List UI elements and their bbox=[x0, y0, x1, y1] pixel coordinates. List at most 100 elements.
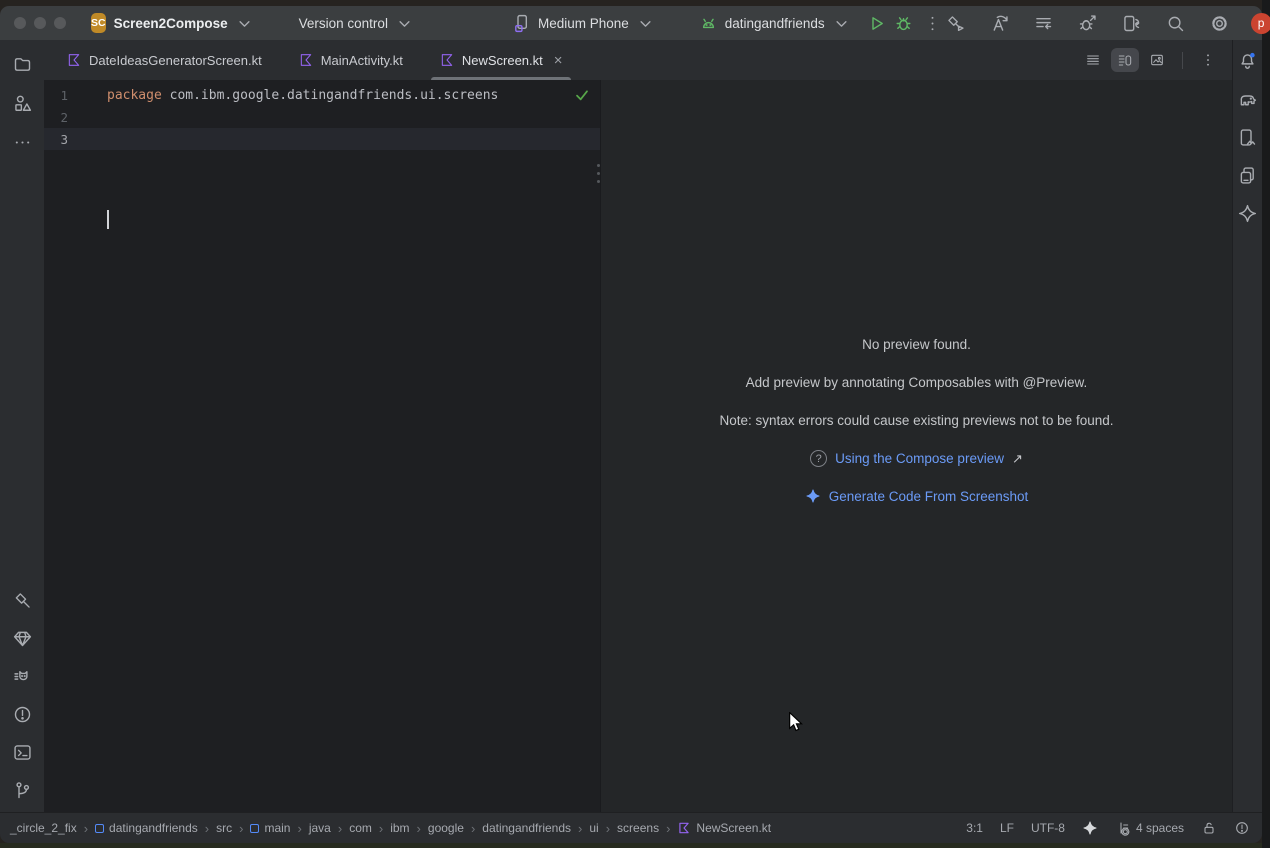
device-selector[interactable]: Medium Phone bbox=[511, 13, 656, 34]
breadcrumb-separator: › bbox=[379, 821, 383, 836]
power-save-status-button[interactable] bbox=[1234, 820, 1250, 836]
indent-widget[interactable]: 4 spaces bbox=[1115, 820, 1184, 836]
tab-dateideasgeneratorscreen[interactable]: DateIdeasGeneratorScreen.kt bbox=[52, 40, 276, 80]
module-icon bbox=[250, 824, 259, 833]
breadcrumb-item[interactable]: src bbox=[216, 821, 232, 835]
readonly-lock-button[interactable] bbox=[1201, 820, 1217, 836]
running-devices-button[interactable] bbox=[1235, 124, 1261, 150]
breadcrumb-item[interactable]: java bbox=[309, 821, 331, 835]
breadcrumb-item[interactable]: ibm bbox=[390, 821, 409, 835]
mouse-cursor bbox=[788, 712, 803, 733]
cat-icon bbox=[12, 666, 33, 687]
gradle-tool-button[interactable] bbox=[1235, 86, 1261, 112]
zoom-window-button[interactable] bbox=[54, 17, 66, 29]
more-actions-button[interactable] bbox=[922, 10, 943, 36]
attach-debugger-button[interactable] bbox=[1075, 10, 1101, 36]
run-play-icon bbox=[866, 13, 887, 34]
minimize-window-button[interactable] bbox=[34, 17, 46, 29]
run-configuration-selector[interactable]: datingandfriends bbox=[698, 13, 852, 34]
breadcrumb-separator: › bbox=[297, 821, 301, 836]
project-tool-button[interactable] bbox=[7, 49, 37, 79]
compose-preview-docs-link[interactable]: Using the Compose preview bbox=[835, 451, 1004, 466]
breadcrumb-item[interactable]: screens bbox=[617, 821, 659, 835]
sync-translate-button[interactable] bbox=[987, 10, 1013, 36]
todo-list-button[interactable] bbox=[1031, 10, 1057, 36]
letter-a-refresh-icon bbox=[989, 13, 1010, 34]
gemini-tool-button[interactable] bbox=[1235, 200, 1261, 226]
view-mode-split-button[interactable] bbox=[1111, 48, 1139, 72]
terminal-tool-button[interactable] bbox=[7, 737, 37, 767]
breadcrumb-item[interactable]: datingandfriends bbox=[95, 821, 198, 835]
code-line-2[interactable]: 2 bbox=[44, 106, 600, 128]
breadcrumb-item[interactable]: google bbox=[428, 821, 464, 835]
close-window-button[interactable] bbox=[14, 17, 26, 29]
debug-button[interactable] bbox=[893, 10, 914, 36]
tab-newscreen[interactable]: NewScreen.kt × bbox=[425, 40, 577, 80]
version-control-tool-button[interactable] bbox=[7, 775, 37, 805]
project-menu[interactable]: Screen2Compose bbox=[114, 13, 255, 34]
indent-gear-icon bbox=[1115, 820, 1131, 836]
search-everywhere-button[interactable] bbox=[1163, 10, 1189, 36]
breadcrumb-item[interactable]: com bbox=[349, 821, 372, 835]
lines-arrow-icon bbox=[1033, 13, 1054, 34]
more-tool-windows-button[interactable] bbox=[7, 127, 37, 157]
breadcrumb-item[interactable]: datingandfriends bbox=[482, 821, 571, 835]
device-manager-button[interactable] bbox=[1235, 162, 1261, 188]
gemini-sparkle-icon bbox=[1237, 203, 1258, 224]
shapes-icon bbox=[12, 93, 33, 114]
app-quality-insights-tool-button[interactable] bbox=[7, 623, 37, 653]
inspections-widget[interactable] bbox=[574, 87, 590, 103]
close-tab-button[interactable]: × bbox=[554, 53, 563, 68]
kotlin-file-icon bbox=[677, 821, 691, 835]
avatar[interactable]: p bbox=[1251, 13, 1270, 34]
view-mode-code-button[interactable] bbox=[1079, 48, 1107, 72]
alert-circle-icon bbox=[12, 704, 33, 725]
android-icon bbox=[698, 13, 719, 34]
breadcrumb-separator: › bbox=[471, 821, 475, 836]
terminal-icon bbox=[12, 742, 33, 763]
code-line-3[interactable]: 3 bbox=[44, 128, 600, 150]
run-button[interactable] bbox=[866, 10, 887, 36]
settings-button[interactable] bbox=[1207, 10, 1233, 36]
build-tool-button[interactable] bbox=[7, 585, 37, 615]
code-view-icon bbox=[1085, 52, 1101, 68]
device-streaming-button[interactable] bbox=[1119, 10, 1145, 36]
breadcrumb-separator: › bbox=[417, 821, 421, 836]
build-button[interactable] bbox=[943, 10, 969, 36]
line-number: 3 bbox=[44, 132, 68, 147]
notifications-button[interactable] bbox=[1235, 48, 1261, 74]
editor-more-options-button[interactable] bbox=[1194, 48, 1222, 72]
line-separator-widget[interactable]: LF bbox=[1000, 821, 1014, 835]
chevron-down-icon bbox=[831, 13, 852, 34]
unlocked-padlock-icon bbox=[1201, 820, 1217, 836]
breadcrumb-item-file[interactable]: NewScreen.kt bbox=[677, 821, 771, 835]
gear-icon bbox=[1209, 13, 1230, 34]
breadcrumb-item[interactable]: _circle_2_fix bbox=[10, 821, 77, 835]
code-line-1[interactable]: 1 package com.ibm.google.datingandfriend… bbox=[44, 84, 600, 106]
tab-label: DateIdeasGeneratorScreen.kt bbox=[89, 53, 262, 68]
gemini-sparkle-icon bbox=[1082, 820, 1098, 836]
code-editor[interactable]: 1 package com.ibm.google.datingandfriend… bbox=[44, 80, 600, 812]
resource-manager-tool-button[interactable] bbox=[7, 88, 37, 118]
logcat-tool-button[interactable] bbox=[7, 661, 37, 691]
version-control-menu[interactable]: Version control bbox=[299, 13, 415, 34]
breadcrumb-separator: › bbox=[205, 821, 209, 836]
left-tool-stripe bbox=[0, 40, 44, 812]
generate-code-from-screenshot-link[interactable]: Generate Code From Screenshot bbox=[829, 489, 1029, 504]
breadcrumb-item[interactable]: ui bbox=[589, 821, 598, 835]
caret-position-widget[interactable]: 3:1 bbox=[966, 821, 983, 835]
line-number: 1 bbox=[44, 88, 68, 103]
breadcrumb-item[interactable]: main bbox=[250, 821, 290, 835]
encoding-widget[interactable]: UTF-8 bbox=[1031, 821, 1065, 835]
kotlin-file-icon bbox=[298, 52, 314, 68]
hammer-icon bbox=[12, 590, 33, 611]
view-mode-design-button[interactable] bbox=[1143, 48, 1171, 72]
external-link-icon: ↗ bbox=[1012, 451, 1023, 467]
keyword-package: package bbox=[107, 88, 162, 103]
gemini-status-button[interactable] bbox=[1082, 820, 1098, 836]
gem-icon bbox=[12, 628, 33, 649]
tab-mainactivity[interactable]: MainActivity.kt bbox=[284, 40, 417, 80]
split-view-icon bbox=[1117, 52, 1133, 68]
problems-tool-button[interactable] bbox=[7, 699, 37, 729]
breadcrumb-separator: › bbox=[239, 821, 243, 836]
